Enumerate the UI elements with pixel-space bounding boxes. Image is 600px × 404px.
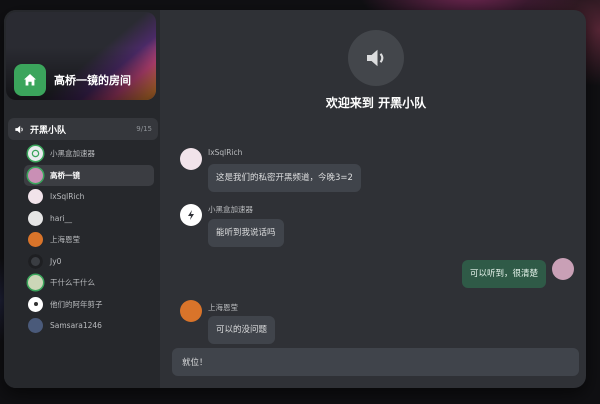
member-avatar (28, 189, 43, 205)
member-avatar (28, 232, 43, 248)
app-window: 高桥一镜的房间 开黑小队 9/15 小黑盒加速器 高桥一镜 IxSqlRich … (4, 10, 586, 388)
message-bubble: 能听到我说话吗 (208, 219, 284, 247)
own-message-bubble: 可以听到，很清楚 (461, 260, 546, 288)
speaker-icon (367, 49, 384, 67)
member-avatar (28, 146, 43, 162)
member-name: 上海恩莹 (50, 235, 80, 245)
message-bubble: 这是我们的私密开黑频道，今晚3=2 (208, 164, 361, 192)
member-name: 他们的阿年剪子 (50, 299, 103, 309)
message-author: 上海恩莹 (208, 303, 238, 312)
member-avatar (28, 253, 43, 269)
room-banner: 高桥一镜的房间 (6, 12, 156, 100)
room-title: 高桥一镜的房间 (54, 74, 131, 87)
member-item[interactable]: 上海恩莹 (24, 229, 154, 251)
home-icon (24, 74, 36, 86)
member-avatar (28, 210, 43, 226)
message-bubble: 可以的没问题 (208, 316, 276, 344)
member-item-selected[interactable]: 高桥一镜 (24, 164, 154, 186)
welcome-heading: 欢迎来到 开黑小队 (325, 96, 427, 110)
member-list: 小黑盒加速器 高桥一镜 IxSqlRich hari__ 上海恩莹 Jy0 干什… (24, 143, 158, 337)
member-name: 干什么干什么 (50, 278, 95, 288)
member-item[interactable]: 干什么干什么 (24, 272, 154, 294)
member-avatar (28, 167, 43, 183)
home-button[interactable] (14, 64, 46, 96)
member-item[interactable]: Jy0 (24, 251, 154, 273)
chat-main: 欢迎来到 开黑小队 IxSqlRich 这是我们的私密开黑频道，今晚3=2 小黑… (160, 10, 586, 388)
member-name: Samsara1246 (50, 321, 102, 331)
message-author: 小黑盒加速器 (208, 205, 253, 214)
member-avatar (28, 296, 43, 312)
own-avatar[interactable] (552, 258, 574, 280)
dot-icon (33, 302, 38, 307)
member-avatar (28, 275, 43, 291)
member-item[interactable]: hari__ (24, 208, 154, 230)
channel-member-count: 9/15 (136, 125, 152, 133)
message-avatar[interactable] (180, 204, 202, 226)
member-item[interactable]: IxSqlRich (24, 186, 154, 208)
member-item[interactable]: 他们的阿年剪子 (24, 294, 154, 316)
member-item[interactable]: Samsara1246 (24, 315, 154, 337)
channel-icon (348, 30, 404, 86)
message-author: IxSqlRich (208, 148, 243, 157)
message-avatar[interactable] (180, 300, 202, 322)
member-name: 小黑盒加速器 (50, 149, 95, 159)
headset-icon (31, 149, 40, 158)
member-name: Jy0 (50, 256, 62, 266)
voice-channel[interactable]: 开黑小队 9/15 (8, 118, 158, 140)
member-avatar (28, 318, 43, 334)
member-item[interactable]: 小黑盒加速器 (24, 143, 154, 165)
speaker-icon (15, 125, 23, 133)
lightning-icon (188, 210, 194, 220)
member-name: hari__ (50, 213, 73, 223)
member-name: 高桥一镜 (50, 170, 80, 180)
message-avatar[interactable] (180, 148, 202, 170)
channel-name: 开黑小队 (30, 125, 67, 136)
message-input[interactable] (172, 348, 579, 376)
member-name: IxSqlRich (50, 192, 85, 202)
sidebar: 高桥一镜的房间 开黑小队 9/15 小黑盒加速器 高桥一镜 IxSqlRich … (4, 10, 160, 388)
message-input-bar[interactable] (172, 348, 579, 376)
